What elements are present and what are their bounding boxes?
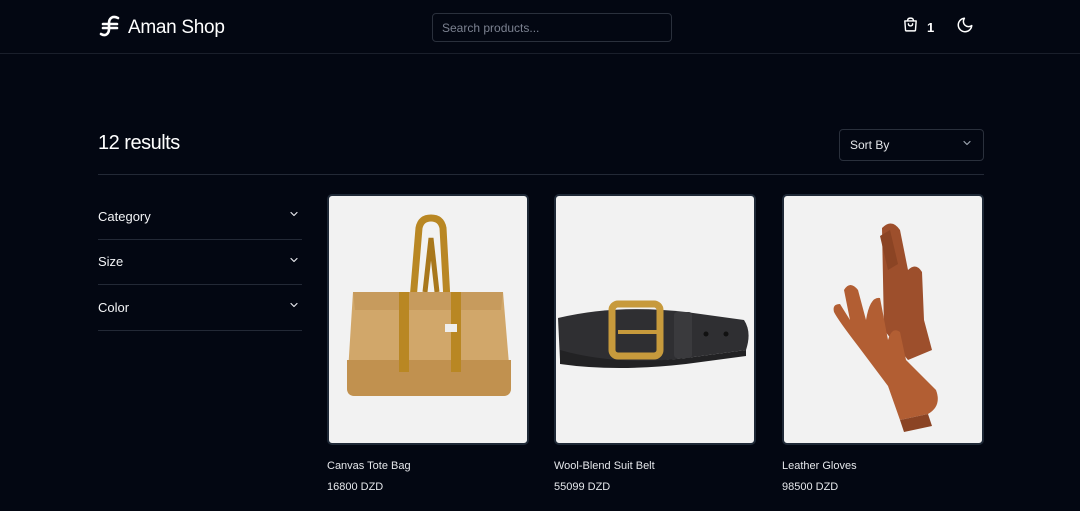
product-price: 98500 DZD (782, 481, 839, 493)
product-name: Leather Gloves (782, 460, 857, 472)
chevron-down-icon (288, 253, 300, 271)
divider (98, 174, 984, 175)
shopping-bag-icon (902, 16, 919, 38)
cart-count-badge: 1 (927, 19, 935, 35)
theme-toggle-button[interactable] (954, 16, 976, 38)
filter-label: Color (98, 299, 130, 315)
product-card[interactable]: Wool-Blend Suit Belt 55099 DZD (554, 194, 756, 493)
filter-size[interactable]: Size (98, 240, 302, 285)
filter-label: Category (98, 208, 151, 224)
chevron-down-icon (288, 298, 300, 316)
moon-icon (956, 16, 974, 39)
tote-bag-image (327, 194, 529, 445)
filters-sidebar: Category Size Color (98, 194, 302, 331)
filter-category[interactable]: Category (98, 194, 302, 240)
site-header: Aman Shop 1 (0, 0, 1080, 54)
chevron-down-icon (288, 207, 300, 225)
product-card[interactable]: Canvas Tote Bag 16800 DZD (327, 194, 529, 493)
results-count-heading: 12 results (98, 132, 180, 154)
product-name: Canvas Tote Bag (327, 460, 411, 472)
filter-label: Size (98, 254, 124, 270)
brand-link[interactable]: Aman Shop (98, 14, 225, 42)
sort-select[interactable]: Sort By (839, 129, 984, 161)
product-card[interactable]: Leather Gloves 98500 DZD (782, 194, 984, 493)
product-name: Wool-Blend Suit Belt (554, 460, 655, 472)
sort-label: Sort By (850, 138, 890, 152)
search-input[interactable] (432, 13, 672, 42)
filter-color[interactable]: Color (98, 285, 302, 331)
product-price: 16800 DZD (327, 481, 384, 493)
belt-image (554, 194, 756, 445)
chevron-down-icon (961, 136, 973, 154)
brand-name: Aman Shop (128, 17, 225, 38)
product-price: 55099 DZD (554, 481, 611, 493)
gloves-image (782, 194, 984, 445)
cart-button[interactable]: 1 (902, 16, 934, 38)
logo-icon (98, 14, 122, 43)
